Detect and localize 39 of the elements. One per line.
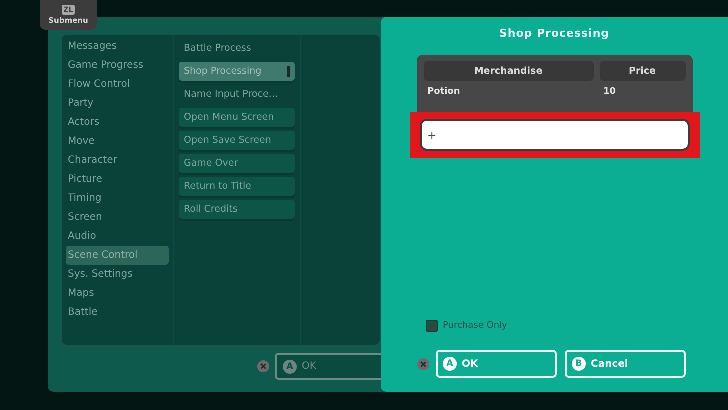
cancel-button[interactable]: B Cancel — [565, 350, 686, 378]
category-item[interactable]: Move — [66, 132, 169, 151]
key-icon: A — [443, 357, 457, 371]
category-item[interactable]: Audio — [66, 227, 169, 246]
category-item[interactable]: Character — [66, 151, 169, 170]
category-item[interactable]: Battle — [66, 303, 169, 322]
category-item[interactable]: Flow Control — [66, 75, 169, 94]
cursor-icon — [287, 66, 290, 77]
category-item[interactable]: Actors — [66, 113, 169, 132]
key-icon: B — [572, 357, 586, 371]
category-item[interactable]: Picture — [66, 170, 169, 189]
command-item[interactable]: Return to Title — [179, 177, 295, 196]
category-item[interactable]: Screen — [66, 208, 169, 227]
add-item-field[interactable]: + — [422, 121, 688, 149]
command-item[interactable]: Game Over — [179, 154, 295, 173]
category-item[interactable]: Messages — [66, 37, 169, 56]
command-item[interactable]: Open Save Screen — [179, 131, 295, 150]
checkbox[interactable] — [426, 320, 438, 332]
command-item[interactable]: Roll Credits — [179, 200, 295, 219]
a-key-icon: A — [283, 360, 297, 374]
command-item[interactable]: Name Input Proce… — [179, 85, 295, 104]
ok-button[interactable]: A OK — [436, 350, 557, 378]
close-icon[interactable] — [257, 360, 270, 373]
category-item[interactable]: Timing — [66, 189, 169, 208]
close-icon[interactable] — [417, 358, 430, 370]
command-item[interactable]: Battle Process — [179, 39, 295, 58]
category-item[interactable]: Sys. Settings — [66, 265, 169, 284]
table-cell-text: 10 — [602, 87, 616, 97]
category-item[interactable]: Game Progress — [66, 56, 169, 75]
dialog-title: Shop Processing — [499, 27, 610, 42]
table-cell-text: Potion — [426, 87, 462, 97]
column-header: Merchandise — [424, 61, 594, 81]
command-item[interactable]: Shop Processing — [179, 62, 295, 81]
category-item[interactable]: Maps — [66, 284, 169, 303]
purchase-only-label: Purchase Only — [443, 321, 508, 331]
column-header: Price — [600, 61, 686, 81]
category-item[interactable]: Party — [66, 94, 169, 113]
category-item[interactable]: Scene Control — [66, 246, 169, 265]
command-item[interactable]: Open Menu Screen — [179, 108, 295, 127]
